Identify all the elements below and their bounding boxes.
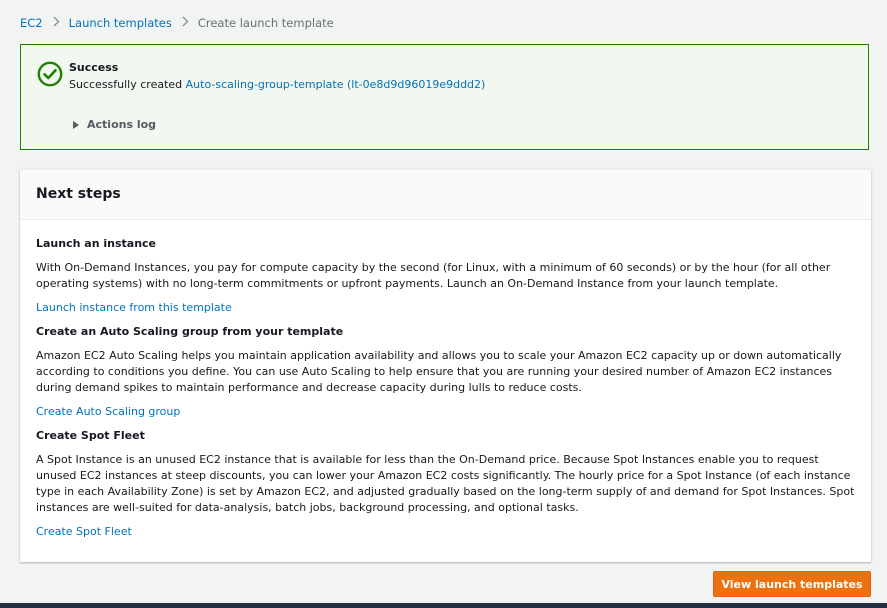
caret-right-icon [73, 120, 79, 129]
next-steps-panel: Next steps Launch an instance With On-De… [20, 169, 871, 562]
section-text: Amazon EC2 Auto Scaling helps you mainta… [36, 349, 842, 394]
chevron-right-icon [182, 16, 189, 30]
section-title: Create Spot Fleet [36, 429, 145, 442]
actions-log-toggle[interactable]: Actions log [73, 118, 156, 131]
success-flash: Success Successfully created Auto-scalin… [20, 44, 869, 150]
section-title: Create an Auto Scaling group from your t… [36, 325, 344, 338]
create-auto-scaling-group-link[interactable]: Create Auto Scaling group [36, 404, 855, 420]
section-spot-fleet: Create Spot Fleet A Spot Instance is an … [36, 428, 855, 540]
panel-body: Launch an instance With On-Demand Instan… [20, 220, 871, 540]
panel-title: Next steps [20, 170, 871, 220]
section-text: A Spot Instance is an unused EC2 instanc… [36, 453, 855, 514]
flash-message: Successfully created Auto-scaling-group-… [69, 78, 485, 91]
breadcrumb-launch-templates[interactable]: Launch templates [69, 16, 172, 30]
chevron-right-icon [53, 16, 60, 30]
breadcrumb: EC2 Launch templates Create launch templ… [20, 15, 334, 31]
section-text: With On-Demand Instances, you pay for co… [36, 261, 831, 290]
section-launch-instance: Launch an instance With On-Demand Instan… [36, 236, 855, 316]
section-title: Launch an instance [36, 237, 157, 250]
breadcrumb-ec2[interactable]: EC2 [20, 16, 43, 30]
flash-title: Success [69, 61, 119, 74]
bottom-bar [0, 603, 887, 608]
template-link[interactable]: Auto-scaling-group-template (lt-0e8d9d96… [186, 78, 486, 91]
section-auto-scaling: Create an Auto Scaling group from your t… [36, 324, 855, 420]
view-launch-templates-button[interactable]: View launch templates [713, 571, 871, 597]
launch-instance-link[interactable]: Launch instance from this template [36, 300, 855, 316]
breadcrumb-current: Create launch template [197, 16, 334, 30]
check-circle-icon [37, 61, 63, 87]
create-spot-fleet-link[interactable]: Create Spot Fleet [36, 524, 855, 540]
actions-log-label: Actions log [87, 118, 157, 131]
flash-message-text: Successfully created [69, 78, 186, 91]
